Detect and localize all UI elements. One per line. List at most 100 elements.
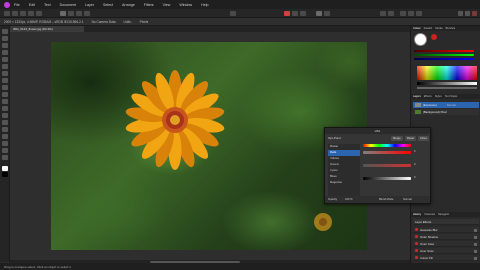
hue-shift-slider[interactable]	[363, 151, 411, 154]
selection-icon[interactable]	[316, 10, 322, 16]
fx-item[interactable]: Inner Glow	[413, 248, 479, 254]
selection-brush-icon[interactable]	[2, 57, 8, 62]
tab-colour[interactable]: Colour	[413, 27, 421, 30]
grid-icon[interactable]	[388, 10, 394, 16]
menu-document[interactable]: Document	[60, 3, 76, 7]
opacity-slider[interactable]	[417, 87, 477, 89]
persona-photo-icon[interactable]	[4, 10, 10, 16]
view-tool-icon[interactable]	[2, 36, 8, 41]
primary-colour-swatch[interactable]	[2, 166, 8, 171]
range-magentas[interactable]: Magentas	[328, 180, 360, 186]
menu-file[interactable]: File	[14, 3, 20, 7]
auto-levels-icon[interactable]	[60, 10, 66, 16]
dodge-tool-icon[interactable]	[2, 113, 8, 118]
blur-tool-icon[interactable]	[2, 134, 8, 139]
merge-button[interactable]: Merge	[391, 135, 403, 141]
tab-text-styles[interactable]: Text Styles	[445, 95, 458, 98]
units-select[interactable]: Pixels	[140, 20, 149, 24]
menu-layer[interactable]: Layer	[85, 3, 94, 7]
fx-checkbox[interactable]	[474, 249, 477, 253]
pen-tool-icon[interactable]	[2, 141, 8, 146]
hue-value[interactable]: 0	[414, 150, 416, 153]
reset-button[interactable]: Reset	[405, 135, 417, 141]
marquee-tool-icon[interactable]	[2, 71, 8, 76]
menu-text[interactable]: Text	[44, 3, 51, 7]
fill-tool-icon[interactable]	[2, 99, 8, 104]
layer-row[interactable]: (Exposure) Normal	[413, 102, 479, 108]
close-button[interactable]: Close	[418, 135, 429, 141]
persona-tone-map-icon[interactable]	[28, 10, 34, 16]
quick-mask-icon[interactable]	[300, 10, 306, 16]
fx-item[interactable]: Outer Glow	[413, 241, 479, 247]
auto-white-balance-icon[interactable]	[84, 10, 90, 16]
preferences-icon[interactable]	[408, 10, 414, 16]
tab-history[interactable]: History	[413, 213, 421, 216]
tab-styles[interactable]: Styles	[435, 95, 442, 98]
auto-contrast-icon[interactable]	[68, 10, 74, 16]
erase-tool-icon[interactable]	[2, 106, 8, 111]
tab-brushes[interactable]: Brushes	[446, 27, 456, 30]
tab-effects[interactable]: Effects	[424, 95, 432, 98]
blue-slider[interactable]	[414, 58, 474, 60]
fx-checkbox[interactable]	[474, 228, 477, 232]
flood-select-icon[interactable]	[2, 64, 8, 69]
shape-tool-icon[interactable]	[2, 148, 8, 153]
dialog-title[interactable]: HSL	[325, 128, 430, 134]
close-icon[interactable]	[472, 10, 477, 16]
fx-checkbox[interactable]	[474, 242, 477, 246]
clone-tool-icon[interactable]	[2, 120, 8, 125]
secondary-colour-swatch[interactable]	[2, 172, 8, 177]
saturation-value[interactable]: 0	[414, 163, 416, 166]
crop-tool-icon[interactable]	[2, 50, 8, 55]
photo-canvas[interactable]	[51, 42, 367, 250]
tab-stroke[interactable]: Stroke	[435, 27, 443, 30]
opacity-value[interactable]: 100 %	[345, 198, 353, 201]
freehand-select-icon[interactable]	[2, 78, 8, 83]
fx-item[interactable]: Colour Fill	[413, 255, 479, 261]
fx-checkbox[interactable]	[474, 235, 477, 239]
greyscale-strip[interactable]	[417, 82, 477, 85]
maximize-icon[interactable]	[465, 10, 470, 16]
align-icon[interactable]	[324, 10, 330, 16]
luminosity-slider[interactable]	[363, 177, 411, 180]
colour-fill-circle[interactable]	[414, 33, 427, 46]
red-slider[interactable]	[414, 50, 474, 52]
layer-row[interactable]: (Background) Pixel	[413, 109, 479, 115]
saturation-slider[interactable]	[363, 164, 411, 167]
fx-checkbox[interactable]	[474, 256, 477, 260]
move-tool-icon[interactable]	[2, 29, 8, 34]
zoom-tool-icon[interactable]	[2, 43, 8, 48]
stroke-colour-circle[interactable]	[431, 34, 437, 40]
fx-item[interactable]: Gaussian Blur	[413, 227, 479, 233]
mask-icon[interactable]	[292, 10, 298, 16]
auto-colour-icon[interactable]	[76, 10, 82, 16]
order-back-icon[interactable]	[230, 10, 236, 16]
menu-help[interactable]: Help	[201, 3, 208, 7]
persona-liquify-icon[interactable]	[12, 10, 18, 16]
fx-item[interactable]: Outer Shadow	[413, 234, 479, 240]
tab-layers[interactable]: Layers	[413, 95, 421, 98]
luminosity-value[interactable]: 0	[414, 176, 416, 179]
menu-arrange[interactable]: Arrange	[122, 3, 135, 7]
view-mode-icon[interactable]	[416, 10, 422, 16]
paint-brush-icon[interactable]	[2, 92, 8, 97]
healing-tool-icon[interactable]	[2, 127, 8, 132]
menu-view[interactable]: View	[163, 3, 171, 7]
tab-navigator[interactable]: Navigator	[438, 213, 449, 216]
menu-filters[interactable]: Filters	[144, 3, 154, 7]
menu-select[interactable]: Select	[103, 3, 113, 7]
green-slider[interactable]	[414, 54, 474, 56]
tab-channels[interactable]: Channels	[424, 213, 435, 216]
record-macro-icon[interactable]	[284, 10, 290, 16]
hue-range-slider[interactable]	[363, 144, 411, 147]
snapping-icon[interactable]	[380, 10, 386, 16]
persona-export-icon[interactable]	[36, 10, 42, 16]
persona-develop-icon[interactable]	[20, 10, 26, 16]
minimize-icon[interactable]	[458, 10, 463, 16]
menu-edit[interactable]: Edit	[29, 3, 35, 7]
text-tool-icon[interactable]	[2, 155, 8, 160]
blend-mode-select[interactable]: Normal	[403, 198, 412, 201]
assistant-icon[interactable]	[400, 10, 406, 16]
colour-picker-icon[interactable]	[2, 85, 8, 90]
menu-window[interactable]: Window	[179, 3, 192, 7]
